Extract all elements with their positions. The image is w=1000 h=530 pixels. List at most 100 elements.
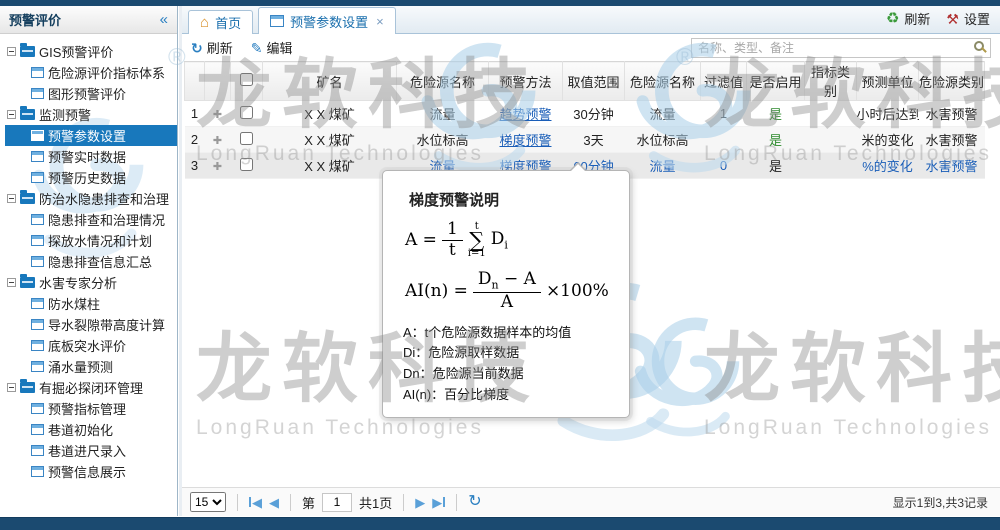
tree-item-graphic-warning[interactable]: 图形预警评价 [5,83,177,104]
page-icon [31,235,44,246]
col-filter-value[interactable]: 过滤值 [701,62,747,101]
tree-item-realtime-data[interactable]: 预警实时数据 [5,146,177,167]
tree-item-roadway-init[interactable]: 巷道初始化 [5,419,177,440]
tree-item-label: 隐患排查和治理情况 [48,210,165,229]
tree-item-label: 探放水情况和计划 [48,231,152,250]
settings-button[interactable]: ⚒ 设置 [946,9,990,28]
page-number-input[interactable] [322,493,352,512]
tree-folder-gis[interactable]: GIS预警评价 [5,41,177,62]
col-mine-name[interactable]: 矿名 [263,62,397,101]
expand-row-icon[interactable]: ✚ [213,161,222,173]
method-link[interactable]: 趋势预警 [499,107,551,122]
tree-item-label: 防水煤柱 [48,294,100,313]
col-hazard-source[interactable]: 危险源名称 [397,62,489,101]
row-number: 1 [185,101,205,127]
cell-enabled: 是 [747,153,805,179]
window-icon [270,15,284,27]
tree-item-inflow-forecast[interactable]: 涌水量预测 [5,356,177,377]
tree-item-waterproof-pillar[interactable]: 防水煤柱 [5,293,177,314]
expand-row-icon[interactable]: ✚ [213,109,222,121]
page-icon [31,130,44,141]
select-all-checkbox[interactable] [240,73,253,86]
reload-grid-icon[interactable]: ↻ [468,494,481,510]
tree-item-label: 巷道进尺录入 [48,441,126,460]
record-count-status: 显示1到3,共3记录 [893,494,992,511]
row-checkbox[interactable] [240,106,253,119]
tree-item-roadway-footage[interactable]: 巷道进尺录入 [5,440,177,461]
tree-folder-closed-loop[interactable]: 有掘必探闭环管理 [5,377,177,398]
tree-item-fracture-height[interactable]: 导水裂隙带高度计算 [5,314,177,335]
page-icon [31,67,44,78]
cell-enabled: 是 [747,127,805,153]
refresh-grid-button[interactable]: ↻ 刷新 [191,38,233,57]
col-hazard-type[interactable]: 危险源类别 [919,62,985,101]
expand-row-icon[interactable]: ✚ [213,135,222,147]
refresh-page-button[interactable]: ♻ 刷新 [886,9,930,28]
col-hazard-source2[interactable]: 危险源名称 [625,62,701,101]
sidebar-collapse-icon[interactable]: « [160,11,168,28]
tooltip-title: 梯度预警说明 [409,189,615,210]
tab-label: 首页 [215,13,241,32]
tree-item-label: 巷道初始化 [48,420,113,439]
tree-item-warning-params-selected[interactable]: 预警参数设置 [5,125,177,146]
close-tab-icon[interactable]: × [376,14,384,29]
table-row[interactable]: 1 ✚ X X 煤矿 流量 趋势预警 30分钟 流量 1 是 小时后达到 水害预… [185,101,985,127]
tooltip-arrow [569,162,587,171]
formula-average: A = 1 t t ∑ i=1 Di [405,220,615,260]
page-size-select[interactable]: 15 [190,492,226,512]
search-input[interactable] [691,38,991,58]
col-warning-method[interactable]: 预警方法 [489,62,563,101]
collapse-node-icon[interactable] [7,383,16,392]
page-icon [31,466,44,477]
col-indicator-category[interactable]: 指标类别 [805,62,857,101]
folder-icon [20,109,35,120]
rownum-header [185,62,205,101]
cell-source2: 流量 [625,153,701,179]
row-checkbox[interactable] [240,132,253,145]
row-checkbox[interactable] [240,158,253,171]
col-value-range[interactable]: 取值范围 [563,62,625,101]
tree-item-indicator-mgmt[interactable]: 预警指标管理 [5,398,177,419]
tree-item-hidden-danger-status[interactable]: 隐患排查和治理情况 [5,209,177,230]
cell-range: 3天 [563,127,625,153]
prev-page-button[interactable]: ◀ [269,496,279,509]
tree-folder-prevention[interactable]: 防治水隐患排查和治理 [5,188,177,209]
cell-source: 流量 [397,101,489,127]
tree-item-drainage-plan[interactable]: 探放水情况和计划 [5,230,177,251]
tab-warning-params[interactable]: 预警参数设置 × [258,7,396,34]
total-pages-label: 共1页 [359,493,392,512]
tree-folder-expert-analysis[interactable]: 水害专家分析 [5,272,177,293]
cell-category [805,127,857,153]
cell-mine: X X 煤矿 [263,153,397,179]
first-page-button[interactable]: ◀ [249,496,262,509]
search-box [691,38,991,58]
grid-toolbar: ↻ 刷新 ✎ 编辑 [182,34,1000,61]
tab-home[interactable]: ⌂ 首页 [188,10,253,34]
tree-item-warning-info-display[interactable]: 预警信息展示 [5,461,177,482]
tree-item-danger-info-summary[interactable]: 隐患排查信息汇总 [5,251,177,272]
collapse-node-icon[interactable] [7,278,16,287]
tree-folder-label: 水害专家分析 [39,273,117,292]
next-page-button[interactable]: ▶ [415,496,425,509]
tree-item-floor-water-eval[interactable]: 底板突水评价 [5,335,177,356]
tools-icon: ⚒ [946,12,959,26]
sidebar-title: 预警评价 [9,10,61,29]
collapse-node-icon[interactable] [7,110,16,119]
method-link[interactable]: 梯度预警 [499,133,551,148]
page-label: 第 [302,493,315,512]
last-page-button[interactable]: ▶ [432,496,445,509]
search-icon[interactable] [974,41,984,51]
edit-button[interactable]: ✎ 编辑 [251,38,293,57]
tree-item-hazard-index-system[interactable]: 危险源评价指标体系 [5,62,177,83]
table-row[interactable]: 2 ✚ X X 煤矿 水位标高 梯度预警 3天 水位标高 是 米的变化 水害预警 [185,127,985,153]
tree-item-history-data[interactable]: 预警历史数据 [5,167,177,188]
tree-folder-monitor[interactable]: 监测预警 [5,104,177,125]
col-forecast-unit[interactable]: 预测单位 [857,62,919,101]
cell-unit: 米的变化 [857,127,919,153]
top-titlebar [0,0,1000,6]
divider [403,494,404,511]
collapse-node-icon[interactable] [7,47,16,56]
collapse-node-icon[interactable] [7,194,16,203]
col-enabled[interactable]: 是否启用 [747,62,805,101]
tree-item-label: 底板突水评价 [48,336,126,355]
